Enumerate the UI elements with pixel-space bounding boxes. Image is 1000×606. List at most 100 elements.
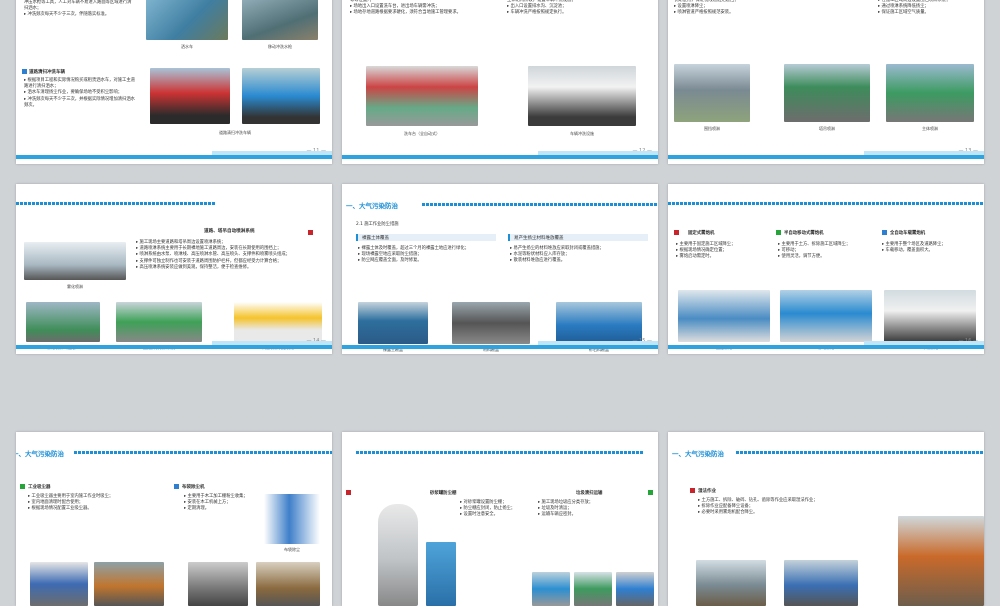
water-truck-photo: [146, 0, 228, 40]
dust-shed-photo: [426, 542, 456, 606]
section-heading: 工业吸尘器: [28, 485, 51, 490]
control-cabinet-diagram: [234, 302, 322, 342]
sawdust-photo: [256, 562, 320, 606]
title-stripe: [422, 203, 658, 206]
truck-photo: [528, 66, 636, 126]
section-label: 2.1 施工作业防尘措施: [356, 222, 399, 227]
mortar-tank-photo: [378, 504, 418, 606]
fence-mist-photo: [116, 302, 202, 342]
slide-16: 固定式雾炮机 半自动移动式雾炮机 全自动车载雾炮机 ▸ 主要用于固定施工区域降尘…: [668, 184, 984, 354]
hose-photo: [242, 0, 318, 40]
bullet-square-icon: [174, 484, 179, 489]
bullet-square-icon: [308, 230, 313, 235]
slide-title: 一、大气污染防治: [346, 202, 398, 210]
slide-text: ▸ 土方施工、拆除、破碎、钻孔、凿除等作业应采取湿法作业； ▸ 拆除作业应配备降…: [698, 498, 818, 516]
dust-collector-photo: [264, 494, 320, 544]
caption: 围挡喷淋: [704, 126, 720, 131]
caption: 移动冲洗水枪: [268, 44, 292, 49]
caption: 主体喷淋: [922, 126, 938, 131]
section-heading: 半自动移动式雾炮机: [784, 231, 824, 236]
slide-text: ▸ 工业吸尘器主要用于室内施工作业时吸尘； ▸ 室内地面清理时配合使用； ▸ 根…: [28, 494, 114, 512]
sand-cover-photo: [556, 302, 642, 344]
title-stripe: [356, 451, 644, 454]
slide-text: ▸ 在施工区域周边设置围挡喷淋系统； ▸ 通过喷淋系统降低扬尘； ▸ 保证施工区…: [878, 0, 951, 16]
section-heading: 裸露土体覆盖: [362, 236, 389, 241]
slide-text: ▸ 主要用于土方、拆除施工区域降尘； ▸ 可移动； ▸ 使用灵活，调节方便。: [778, 242, 851, 260]
footer-bar: [16, 151, 332, 159]
slide-19: 一、大气污染防治 湿法作业 ▸ 土方施工、拆除、破碎、钻孔、凿除等作业应采取湿法…: [668, 432, 984, 606]
bullet-square-icon: [690, 488, 695, 493]
bullet-square-icon: [648, 490, 653, 495]
slide-text: 等等位置）； ▸ 场地出入口设置洗车台，进出场车辆需冲洗； ▸ 场地存地道路根据…: [350, 0, 461, 16]
title-stripe: [16, 202, 216, 205]
slide-text: ▸ 裸露土体及时覆盖，超过三个月的裸露土地应进行绿化； ▸ 现场裸露空地应采取防…: [358, 246, 469, 264]
vehicle-fog-cannon-photo: [884, 290, 976, 342]
slide-text: ▸ 主要用于木工加工棚粉尘收集； ▸ 安装在木工机械上方； ▸ 定期清理。: [184, 494, 248, 512]
wet-work-photo: [784, 560, 858, 606]
slide-text: 长期使用，保证视线通透无遮挡； ▸ 设置喷淋降尘； ▸ 喷淋管道严格按照规范安装…: [674, 0, 739, 16]
footer-bar: [342, 341, 658, 349]
fence-spray-photo: [674, 64, 750, 122]
slide-18: 砂浆罐防尘棚 垃圾清扫运输 ▸ 对砂浆罐设置防尘棚； ▸ 防尘棚应封闭，防止扬尘…: [342, 432, 658, 606]
slide-title: 一、大气污染防治: [16, 450, 64, 458]
section-heading: 全自动车载雾炮机: [890, 231, 926, 236]
footer-bar: [16, 341, 332, 349]
garbage-truck-photo: [616, 572, 654, 606]
vacuum-photo: [30, 562, 88, 606]
section-heading: 湿法作业: [698, 489, 716, 494]
structure-spray-photo: [886, 64, 974, 122]
slide-text: ▸ 主要用于固定施工区域降尘； ▸ 根据现场情况确定位置； ▸ 雾炮启动需定时。: [676, 242, 736, 260]
bullet-square-icon: [776, 230, 781, 235]
caption: 洒水车: [181, 44, 193, 49]
footer-bar: [342, 151, 658, 159]
slide-text: ▸ 根据项目工程和实际情况购买或租赁洒水车，对施工主道路进行清扫洒水； ▸ 洒水…: [24, 78, 135, 108]
caption: 雾化喷淋: [67, 284, 83, 289]
section-heading: 道路、塔吊自动喷淋系统: [204, 229, 255, 234]
section-heading: 易产生扬尘材料堆放覆盖: [514, 236, 564, 241]
demolition-photo: [696, 560, 766, 606]
caption: 布袋除尘: [284, 547, 300, 552]
slide-17: 一、大气污染防治 工业吸尘器 ▸ 工业吸尘器主要用于室内施工作业时吸尘； ▸ 室…: [16, 432, 332, 606]
crane-spray-photo: [784, 64, 870, 122]
worker-photo: [94, 562, 164, 606]
caption: 塔吊喷淋: [819, 126, 835, 131]
bullet-square-icon: [346, 490, 351, 495]
sweeper-photo: [150, 68, 230, 124]
garbage-area-photo: [574, 572, 612, 606]
section-heading: 砂浆罐防尘棚: [430, 491, 457, 496]
section-heading: 布袋除尘机: [182, 485, 205, 490]
section-heading: 固定式雾炮机: [688, 231, 715, 236]
bullet-square-icon: [674, 230, 679, 235]
title-stripe: [736, 451, 984, 454]
bullet-square-icon: [20, 484, 25, 489]
slide-title: 一、大气污染防治: [672, 450, 724, 458]
slide-15: 一、大气污染防治 2.1 施工作业防尘措施 裸露土体覆盖 易产生扬尘材料堆放覆盖…: [342, 184, 658, 354]
slide-14: 道路、塔吊自动喷淋系统 雾化喷淋 ▸ 施工现场主要道路和塔吊周边设置喷淋系统； …: [16, 184, 332, 354]
road-mist-photo: [26, 302, 100, 342]
caption: 车辆冲洗设施: [570, 131, 594, 136]
slide-text: 主体结构阶段，设置车辆冲洗设施； ▸ 出入口设置排水沟、沉淀池； ▸ 车辆冲洗严…: [507, 0, 576, 16]
cleaning-vehicle-photo: [242, 68, 320, 124]
excavator-photo: [898, 516, 984, 606]
footer-bar: [668, 151, 984, 159]
slide-text: 冲压水枪等工具，人工对车辆不易进入路面等区域进行清扫洒水； ▸ 冲洗频次每天不少…: [24, 0, 132, 18]
title-stripe: [668, 202, 984, 205]
section-heading: 垃圾清扫运输: [576, 491, 603, 496]
mist-photo: [24, 242, 126, 280]
slide-11: 冲压水枪等工具，人工对车辆不易进入路面等区域进行清扫洒水； ▸ 冲洗频次每天不少…: [16, 0, 332, 164]
soil-cover-photo: [358, 302, 428, 344]
section-heading: 道路清扫冲洗车辆: [29, 70, 65, 75]
caption: 道路清扫冲洗车辆: [219, 130, 251, 135]
mobile-fog-cannon-photo: [780, 290, 872, 342]
wash-station-photo: [366, 66, 478, 126]
title-stripe: [74, 451, 332, 454]
bullet-square-icon: [882, 230, 887, 235]
footer-bar: [668, 341, 984, 349]
slide-text: ▸ 主要用于整个场区及道路降尘； ▸ 车载移动，覆盖面积大。: [882, 242, 946, 254]
material-cover-photo: [452, 302, 530, 344]
workshop-photo: [188, 562, 248, 606]
slide-text: ▸ 易产生扬尘的材料堆放应采取封闭或覆盖措施； ▸ 水泥等粉状材料应入库存放； …: [510, 246, 604, 264]
slide-13: 长期使用，保证视线通透无遮挡； ▸ 设置喷淋降尘； ▸ 喷淋管道严格按照规范安装…: [668, 0, 984, 164]
slide-text: ▸ 对砂浆罐设置防尘棚； ▸ 防尘棚应封闭，防止扬尘； ▸ 设置时注意安全。: [460, 500, 516, 518]
fixed-fog-cannon-photo: [678, 290, 770, 342]
